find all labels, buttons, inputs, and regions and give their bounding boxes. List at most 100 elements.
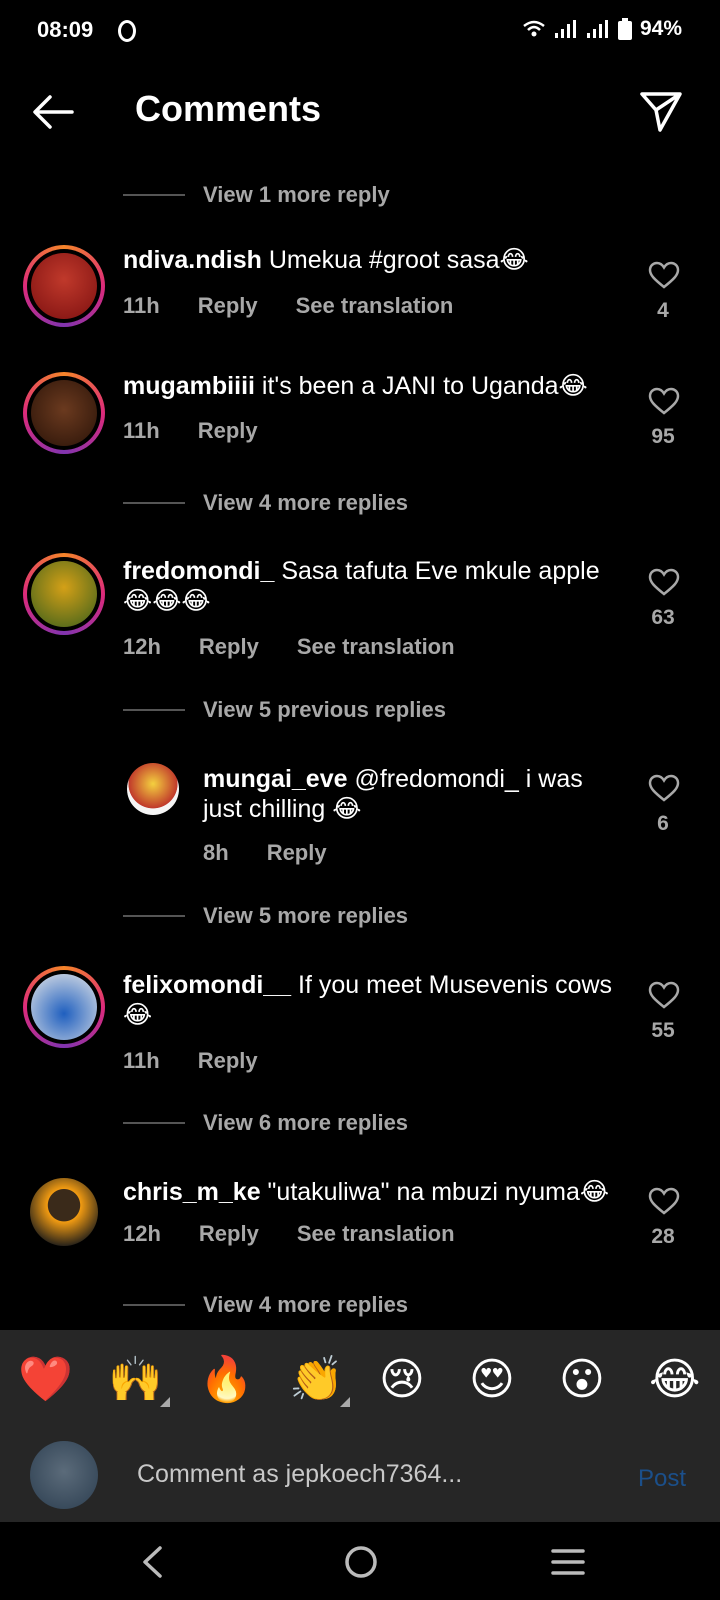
view-more-label: View 6 more replies — [203, 1110, 409, 1135]
status-time: 08:09 — [37, 17, 94, 42]
avatar[interactable] — [30, 1178, 98, 1246]
comment-time: 8h — [203, 840, 229, 865]
emoji-laughing[interactable]: 😂 — [649, 1355, 700, 1405]
comment-username[interactable]: mugambiiii — [123, 372, 255, 400]
see-translation-button[interactable]: See translation — [297, 1221, 455, 1247]
view-more-label: View 5 more replies — [203, 903, 409, 928]
comment-username[interactable]: felixomondi__ — [123, 971, 291, 999]
comment-time: 11h — [123, 1048, 160, 1073]
reply-button[interactable]: Reply — [198, 418, 258, 444]
heart-icon[interactable] — [648, 1187, 680, 1215]
comment-meta: 12h Reply See translation — [123, 634, 455, 660]
battery-level: 94% — [639, 17, 682, 40]
page-title: Comments — [135, 88, 322, 129]
comment-input[interactable]: Comment as jepkoech7364... — [137, 1460, 462, 1489]
thread-line — [123, 502, 185, 504]
comment-meta: 11h Reply — [123, 418, 258, 444]
wifi-icon — [523, 20, 545, 37]
view-more-label: View 5 previous replies — [203, 697, 446, 722]
comment-text: ndiva.ndish Umekua #groot sasa😂 — [123, 245, 623, 275]
reply-button[interactable]: Reply — [199, 1221, 259, 1247]
comment-time: 12h — [123, 634, 161, 659]
comment-body: "utakuliwa" na mbuzi nyuma😂 — [260, 1178, 610, 1206]
signal-icon-1 — [554, 20, 576, 38]
comment-time: 12h — [123, 1221, 161, 1246]
like-count: 63 — [651, 606, 675, 629]
heart-icon[interactable] — [648, 568, 680, 596]
emoji-crying[interactable]: 😢 — [379, 1355, 425, 1405]
send-icon[interactable] — [638, 88, 684, 134]
view-more-replies[interactable]: View 4 more replies — [123, 490, 408, 516]
reply-button[interactable]: Reply — [199, 634, 259, 660]
skin-tone-indicator — [160, 1397, 170, 1407]
comment-text: chris_m_ke "utakuliwa" na mbuzi nyuma😂 — [123, 1177, 623, 1207]
avatar[interactable] — [127, 763, 179, 815]
view-previous-replies[interactable]: View 5 previous replies — [123, 697, 446, 723]
comment-time: 11h — [123, 293, 160, 318]
reply-button[interactable]: Reply — [198, 1048, 258, 1074]
nav-back-icon[interactable] — [140, 1545, 164, 1579]
emoji-surprised[interactable]: 😮 — [559, 1355, 605, 1405]
comment-meta: 12h Reply See translation — [123, 1221, 455, 1247]
skin-tone-indicator — [340, 1397, 350, 1407]
avatar[interactable] — [23, 966, 105, 1048]
post-button[interactable]: Post — [638, 1465, 686, 1493]
reply-button[interactable]: Reply — [198, 293, 258, 319]
emoji-clap[interactable]: 👏 — [289, 1355, 344, 1405]
signal-icon-2 — [586, 20, 608, 38]
notification-icon — [118, 20, 136, 42]
comment-meta: 11h Reply See translation — [123, 293, 453, 319]
view-more-label: View 4 more replies — [203, 1292, 409, 1317]
thread-line — [123, 709, 185, 711]
see-translation-button[interactable]: See translation — [297, 634, 455, 660]
view-more-replies[interactable]: View 4 more replies — [123, 1292, 408, 1318]
comment-text: fredomondi_ Sasa tafuta Eve mkule apple … — [123, 556, 623, 616]
comment-text: felixomondi__ If you meet Musevenis cows… — [123, 970, 623, 1030]
view-more-replies[interactable]: View 6 more replies — [123, 1110, 408, 1136]
like-count: 28 — [651, 1225, 675, 1248]
comment-username[interactable]: chris_m_ke — [123, 1178, 261, 1206]
like-count: 6 — [657, 812, 669, 835]
view-more-replies[interactable]: View 5 more replies — [123, 903, 408, 929]
status-right: 94% — [522, 17, 682, 41]
thread-line — [123, 1304, 185, 1306]
comment-body: Umekua #groot sasa😂 — [261, 246, 529, 274]
emoji-heart-eyes[interactable]: 😍 — [469, 1355, 515, 1405]
comment-username[interactable]: fredomondi_ — [123, 557, 274, 585]
thread-line — [123, 1122, 185, 1124]
comment-meta: 8h Reply — [203, 840, 327, 866]
heart-icon[interactable] — [648, 981, 680, 1009]
view-more-replies[interactable]: View 1 more reply — [123, 182, 390, 208]
thread-line — [123, 915, 185, 917]
comment-username[interactable]: mungai_eve — [203, 765, 348, 793]
view-more-label: View 4 more replies — [203, 490, 409, 515]
avatar[interactable] — [23, 372, 105, 454]
comment-meta: 11h Reply — [123, 1048, 258, 1074]
back-arrow-icon[interactable] — [30, 92, 76, 132]
comment-body: it's been a JANI to Uganda😂 — [254, 372, 588, 400]
reply-button[interactable]: Reply — [267, 840, 327, 866]
like-count: 4 — [657, 299, 669, 322]
thread-line — [123, 194, 185, 196]
heart-icon[interactable] — [648, 387, 680, 415]
emoji-heart[interactable]: ❤️ — [18, 1355, 73, 1405]
avatar[interactable] — [23, 245, 105, 327]
comment-text: mungai_eve @fredomondi_ i was just chill… — [203, 764, 623, 824]
heart-icon[interactable] — [648, 774, 680, 802]
heart-icon[interactable] — [648, 261, 680, 289]
view-more-label: View 1 more reply — [203, 182, 390, 207]
emoji-fire[interactable]: 🔥 — [199, 1355, 254, 1405]
like-count: 95 — [651, 425, 675, 448]
comment-username[interactable]: ndiva.ndish — [123, 246, 262, 274]
comment-time: 11h — [123, 418, 160, 443]
emoji-raised-hands[interactable]: 🙌 — [108, 1355, 163, 1405]
battery-icon — [617, 18, 632, 40]
nav-home-icon[interactable] — [343, 1544, 379, 1580]
my-avatar — [30, 1441, 98, 1509]
like-count: 55 — [651, 1019, 675, 1042]
nav-menu-icon[interactable] — [550, 1547, 586, 1577]
comment-text: mugambiiii it's been a JANI to Uganda😂 — [123, 371, 623, 401]
see-translation-button[interactable]: See translation — [296, 293, 454, 319]
avatar[interactable] — [23, 553, 105, 635]
status-bar: 08:09 94% — [0, 0, 720, 60]
